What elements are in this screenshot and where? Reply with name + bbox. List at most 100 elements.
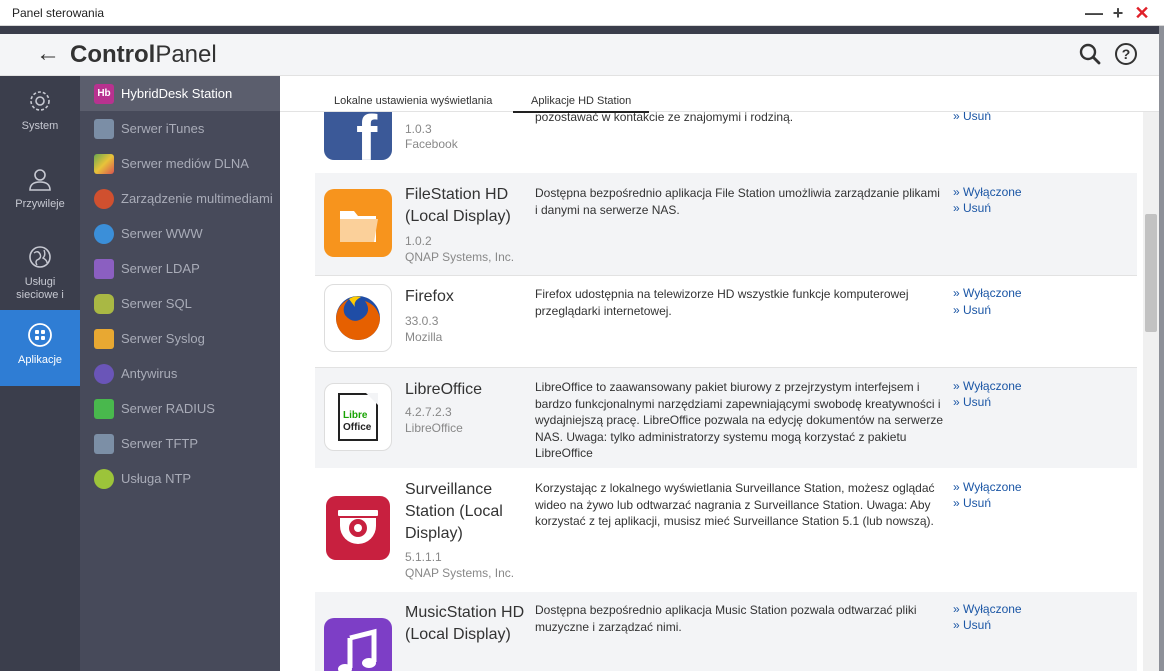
clock-icon	[94, 469, 114, 489]
app-row-surveillance: Surveillance Station (Local Display) 5.1…	[315, 468, 1137, 592]
rail-item-applications[interactable]: Aplikacje	[0, 310, 80, 386]
rail-item-label: System	[21, 120, 59, 132]
submenu-item-radius[interactable]: Serwer RADIUS	[80, 391, 280, 426]
tftp-icon	[94, 434, 114, 454]
user-icon	[29, 169, 51, 191]
disabled-toggle-link[interactable]: » Wyłączone	[953, 286, 1022, 300]
app-row-filestation: FileStation HD (Local Display) 1.0.2 QNA…	[315, 173, 1137, 275]
tab-hd-station-apps[interactable]: Aplikacje HD Station	[513, 95, 650, 113]
app-vendor: Facebook	[405, 137, 458, 151]
submenu-item-label: Usługa NTP	[121, 471, 192, 486]
gear-icon	[30, 91, 50, 111]
submenu-item-antivirus[interactable]: Antywirus	[80, 356, 280, 391]
remove-link[interactable]: » Usuń	[953, 496, 991, 510]
app-description: Firefox udostępnia na telewizorze HD wsz…	[535, 287, 909, 318]
submenu-item-itunes[interactable]: Serwer iTunes	[80, 111, 280, 146]
help-icon[interactable]: ?	[1114, 42, 1138, 66]
window-edge	[1159, 26, 1164, 671]
globe-icon	[29, 246, 51, 268]
submenu-item-label: Serwer iTunes	[121, 121, 205, 136]
rail-item-label: Aplikacje	[17, 354, 63, 366]
camera-icon	[326, 496, 390, 560]
tab-bar: Lokalne ustawienia wyświetlania Aplikacj…	[280, 76, 1164, 113]
submenu-item-label: Serwer mediów DLNA	[121, 156, 249, 171]
submenu-item-multimedia[interactable]: Zarządzenie multimediami	[80, 181, 280, 216]
scrollbar-thumb[interactable]	[1145, 214, 1157, 332]
remove-link[interactable]: » Usuń	[953, 618, 991, 632]
submenu-item-dlna[interactable]: Serwer mediów DLNA	[80, 146, 280, 181]
libreoffice-logo-text-2: Office	[343, 422, 372, 433]
submenu-item-www[interactable]: Serwer WWW	[80, 216, 280, 251]
rail-item-label: Przywileje	[15, 198, 65, 210]
app-vendor: LibreOffice	[405, 421, 463, 435]
submenu-item-tftp[interactable]: Serwer TFTP	[80, 426, 280, 461]
app-version: 5.1.1.1	[405, 550, 442, 564]
rail-item-system[interactable]: System	[0, 86, 80, 156]
disabled-toggle-link[interactable]: » Wyłączone	[953, 379, 1022, 393]
film-reel-icon	[94, 189, 114, 209]
wifi-icon	[94, 399, 114, 419]
app-description: Dostępna bezpośrednio aplikacja File Sta…	[535, 186, 940, 217]
vertical-scrollbar[interactable]	[1143, 112, 1159, 671]
app-vendor: Mozilla	[405, 330, 443, 344]
submenu-item-label: Serwer SQL	[121, 296, 192, 311]
app-row-musicstation: MusicStation HD (Local Display) Dostępna…	[315, 592, 1137, 671]
app-name: Firefox	[405, 288, 454, 305]
app-description: Korzystając z lokalnego wyświetlania Sur…	[535, 481, 935, 528]
rail-item-label: Usługi sieciowe i	[16, 276, 64, 301]
submenu-item-ntp[interactable]: Usługa NTP	[80, 461, 280, 496]
app-name: Surveillance Station (Local Display)	[405, 481, 503, 542]
libreoffice-icon: Libre Office	[324, 383, 392, 451]
app-description: pozostawać w kontakcie ze znajomymi i ro…	[535, 112, 794, 124]
submenu-item-label: HybridDesk Station	[121, 86, 233, 101]
dlna-icon	[94, 154, 114, 174]
remove-link[interactable]: » Usuń	[953, 303, 991, 317]
submenu-item-ldap[interactable]: Serwer LDAP	[80, 251, 280, 286]
app-row-facebook: f 1.0.3 Facebook pozostawać w kontakcie …	[315, 112, 1137, 173]
app-version: 4.2.7.2.3	[405, 405, 452, 419]
hybriddesk-icon: Hb	[94, 84, 114, 104]
maximize-button[interactable]: +	[1108, 2, 1128, 24]
disabled-toggle-link[interactable]: » Wyłączone	[953, 480, 1022, 494]
app-vendor: QNAP Systems, Inc.	[405, 566, 515, 580]
submenu-item-label: Serwer TFTP	[121, 436, 199, 451]
database-icon	[94, 294, 114, 314]
submenu-item-hybriddesk[interactable]: Hb HybridDesk Station	[80, 76, 280, 111]
submenu-item-label: Serwer Syslog	[121, 331, 205, 346]
app-row-firefox: Firefox 33.0.3 Mozilla Firefox udostępni…	[315, 276, 1137, 367]
minimize-button[interactable]: —	[1084, 2, 1104, 24]
disabled-toggle-link[interactable]: » Wyłączone	[953, 602, 1022, 616]
rail-item-network-services[interactable]: Usługi sieciowe i	[0, 242, 80, 312]
submenu-item-label: Serwer LDAP	[121, 261, 200, 276]
header-strip	[0, 26, 1164, 34]
app-header: ← ControlPanel ?	[0, 34, 1164, 76]
app-row-libreoffice: Libre Office LibreOffice 4.2.7.2.3 Libre…	[315, 368, 1137, 468]
back-arrow-icon[interactable]: ←	[36, 40, 60, 68]
disabled-toggle-link[interactable]: » Wyłączone	[953, 185, 1022, 199]
submenu-item-label: Serwer WWW	[121, 226, 203, 241]
tab-local-display-settings[interactable]: Lokalne ustawienia wyświetlania	[316, 95, 510, 111]
firefox-icon	[324, 284, 392, 352]
app-vendor: QNAP Systems, Inc.	[405, 250, 515, 264]
submenu-item-label: Zarządzenie multimediami	[121, 191, 273, 206]
app-version: 33.0.3	[405, 314, 439, 328]
envelope-icon	[94, 329, 114, 349]
applications-submenu: Hb HybridDesk Station Serwer iTunes Serw…	[80, 76, 280, 671]
rail-item-privileges[interactable]: Przywileje	[0, 164, 80, 234]
window-titlebar: Panel sterowania — + ✕	[0, 0, 1164, 26]
remove-link[interactable]: » Usuń	[953, 395, 991, 409]
close-button[interactable]: ✕	[1132, 2, 1152, 24]
remove-link[interactable]: » Usuń	[953, 112, 991, 123]
window-title: Panel sterowania	[12, 6, 105, 20]
submenu-item-sql[interactable]: Serwer SQL	[80, 286, 280, 321]
submenu-item-syslog[interactable]: Serwer Syslog	[80, 321, 280, 356]
music-note-icon	[324, 618, 392, 671]
brand-bold: Control	[70, 41, 156, 68]
app-description: Dostępna bezpośrednio aplikacja Music St…	[535, 603, 917, 634]
app-name: LibreOffice	[405, 381, 483, 398]
ldap-icon	[94, 259, 114, 279]
app-name: FileStation HD (Local Display)	[405, 186, 511, 225]
remove-link[interactable]: » Usuń	[953, 201, 991, 215]
search-icon[interactable]	[1078, 42, 1102, 66]
facebook-icon: f	[324, 112, 392, 160]
